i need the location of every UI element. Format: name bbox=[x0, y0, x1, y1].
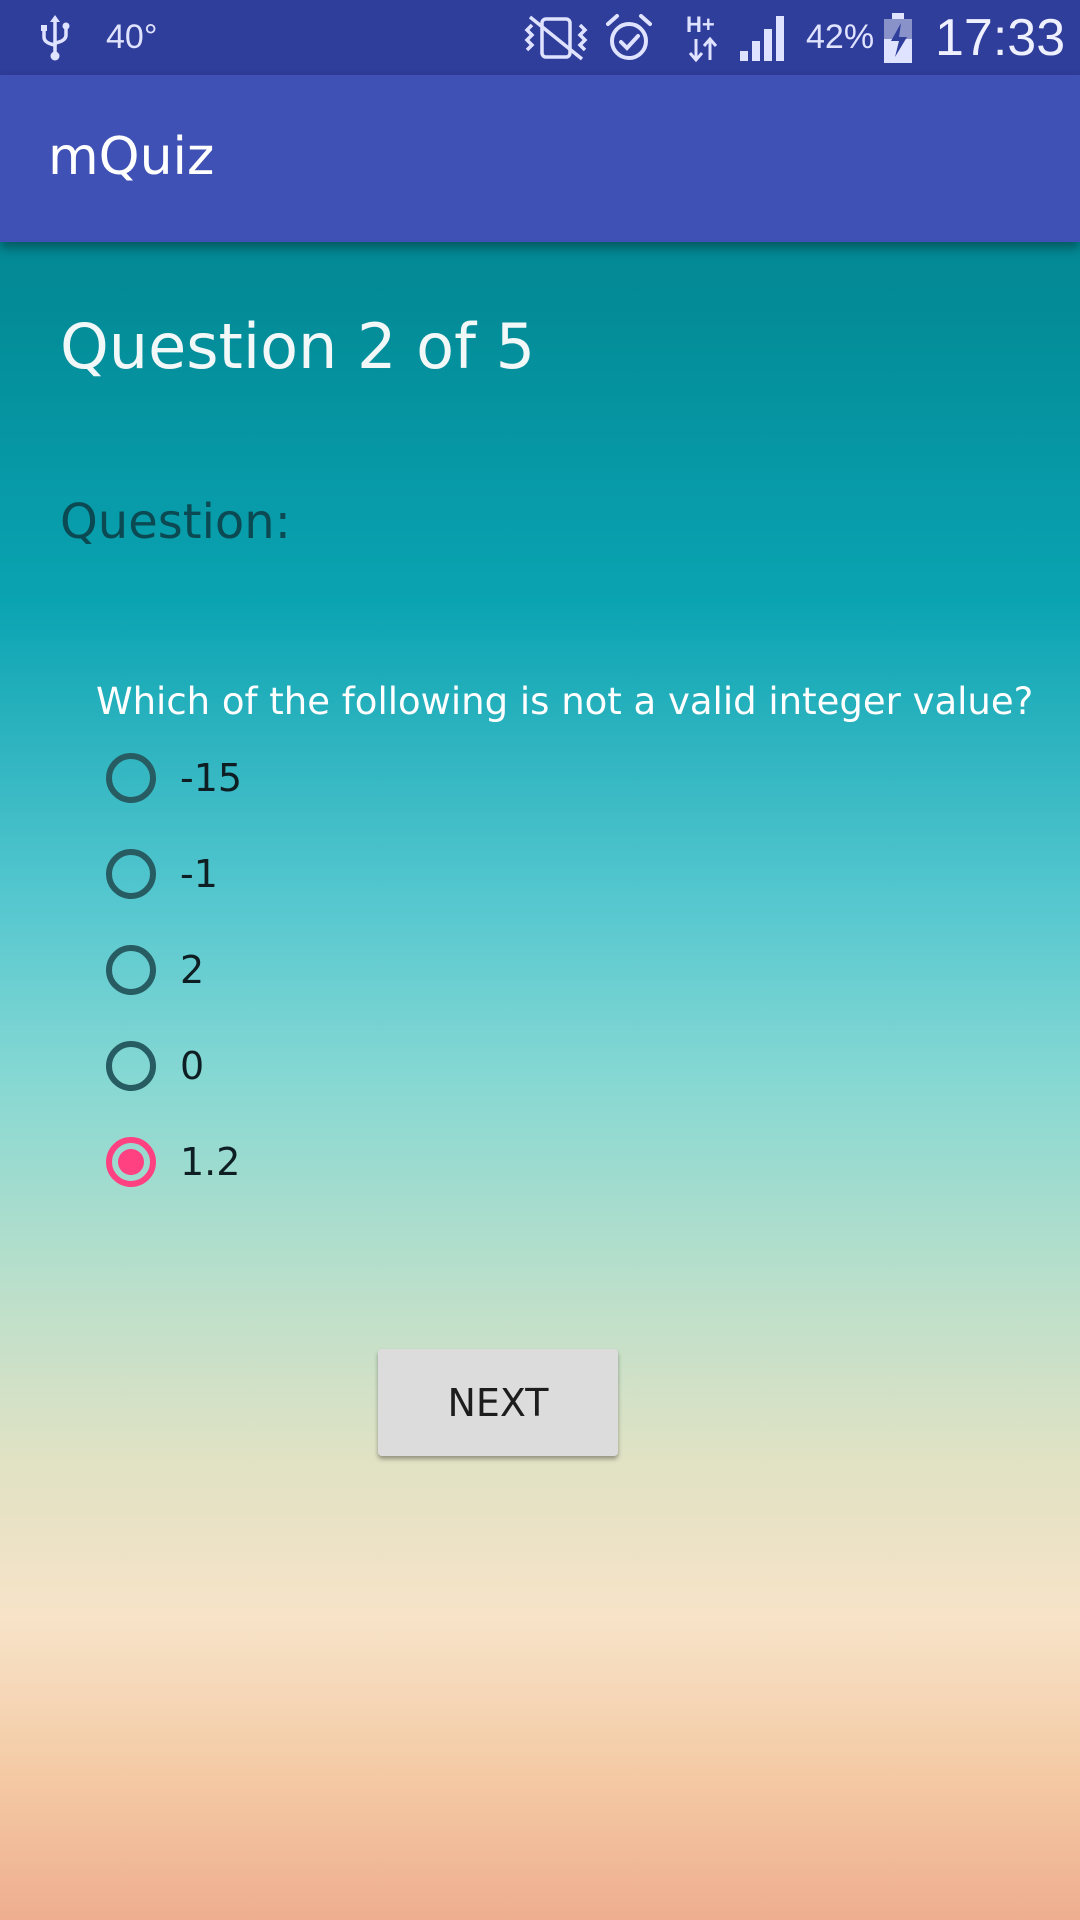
answer-option[interactable]: 1.2 bbox=[106, 1127, 240, 1197]
radio-button[interactable] bbox=[106, 849, 156, 899]
radio-button[interactable] bbox=[106, 1041, 156, 1091]
radio-button[interactable] bbox=[106, 945, 156, 995]
answer-option[interactable]: -15 bbox=[106, 743, 242, 813]
temperature-text: 40° bbox=[106, 18, 158, 56]
answer-option[interactable]: 2 bbox=[106, 935, 204, 1005]
question-heading: Question: bbox=[60, 494, 291, 550]
hplus-data-icon: H+ bbox=[684, 0, 724, 75]
answer-option-label: 2 bbox=[180, 948, 205, 992]
battery-charging-icon bbox=[882, 0, 914, 75]
status-bar: 40° H+ 42% 17:33 bbox=[0, 0, 1080, 75]
app-title: mQuiz bbox=[48, 127, 215, 187]
answer-option[interactable]: -1 bbox=[106, 839, 218, 909]
answer-option-label: -1 bbox=[180, 852, 218, 896]
signal-icon bbox=[738, 0, 790, 75]
question-counter: Question 2 of 5 bbox=[60, 310, 536, 383]
usb-icon bbox=[38, 0, 72, 75]
app-bar: mQuiz bbox=[0, 75, 1080, 242]
answer-option[interactable]: 0 bbox=[106, 1031, 204, 1101]
answer-option-label: 0 bbox=[180, 1044, 205, 1088]
svg-text:H+: H+ bbox=[686, 12, 715, 37]
answer-option-label: 1.2 bbox=[180, 1140, 241, 1184]
vibrate-icon bbox=[520, 0, 592, 75]
quiz-screen: 40° H+ 42% 17:33 mQuiz Question 2 of 5 Q… bbox=[0, 0, 1080, 1920]
clock-text: 17:33 bbox=[935, 8, 1066, 67]
radio-button[interactable] bbox=[106, 1137, 156, 1187]
next-button[interactable]: NEXT bbox=[378, 1349, 618, 1456]
answer-option-label: -15 bbox=[180, 756, 243, 800]
battery-percent-text: 42% bbox=[806, 18, 875, 56]
radio-button[interactable] bbox=[106, 753, 156, 803]
question-text: Which of the following is not a valid in… bbox=[96, 680, 1034, 723]
alarm-icon bbox=[604, 0, 654, 75]
